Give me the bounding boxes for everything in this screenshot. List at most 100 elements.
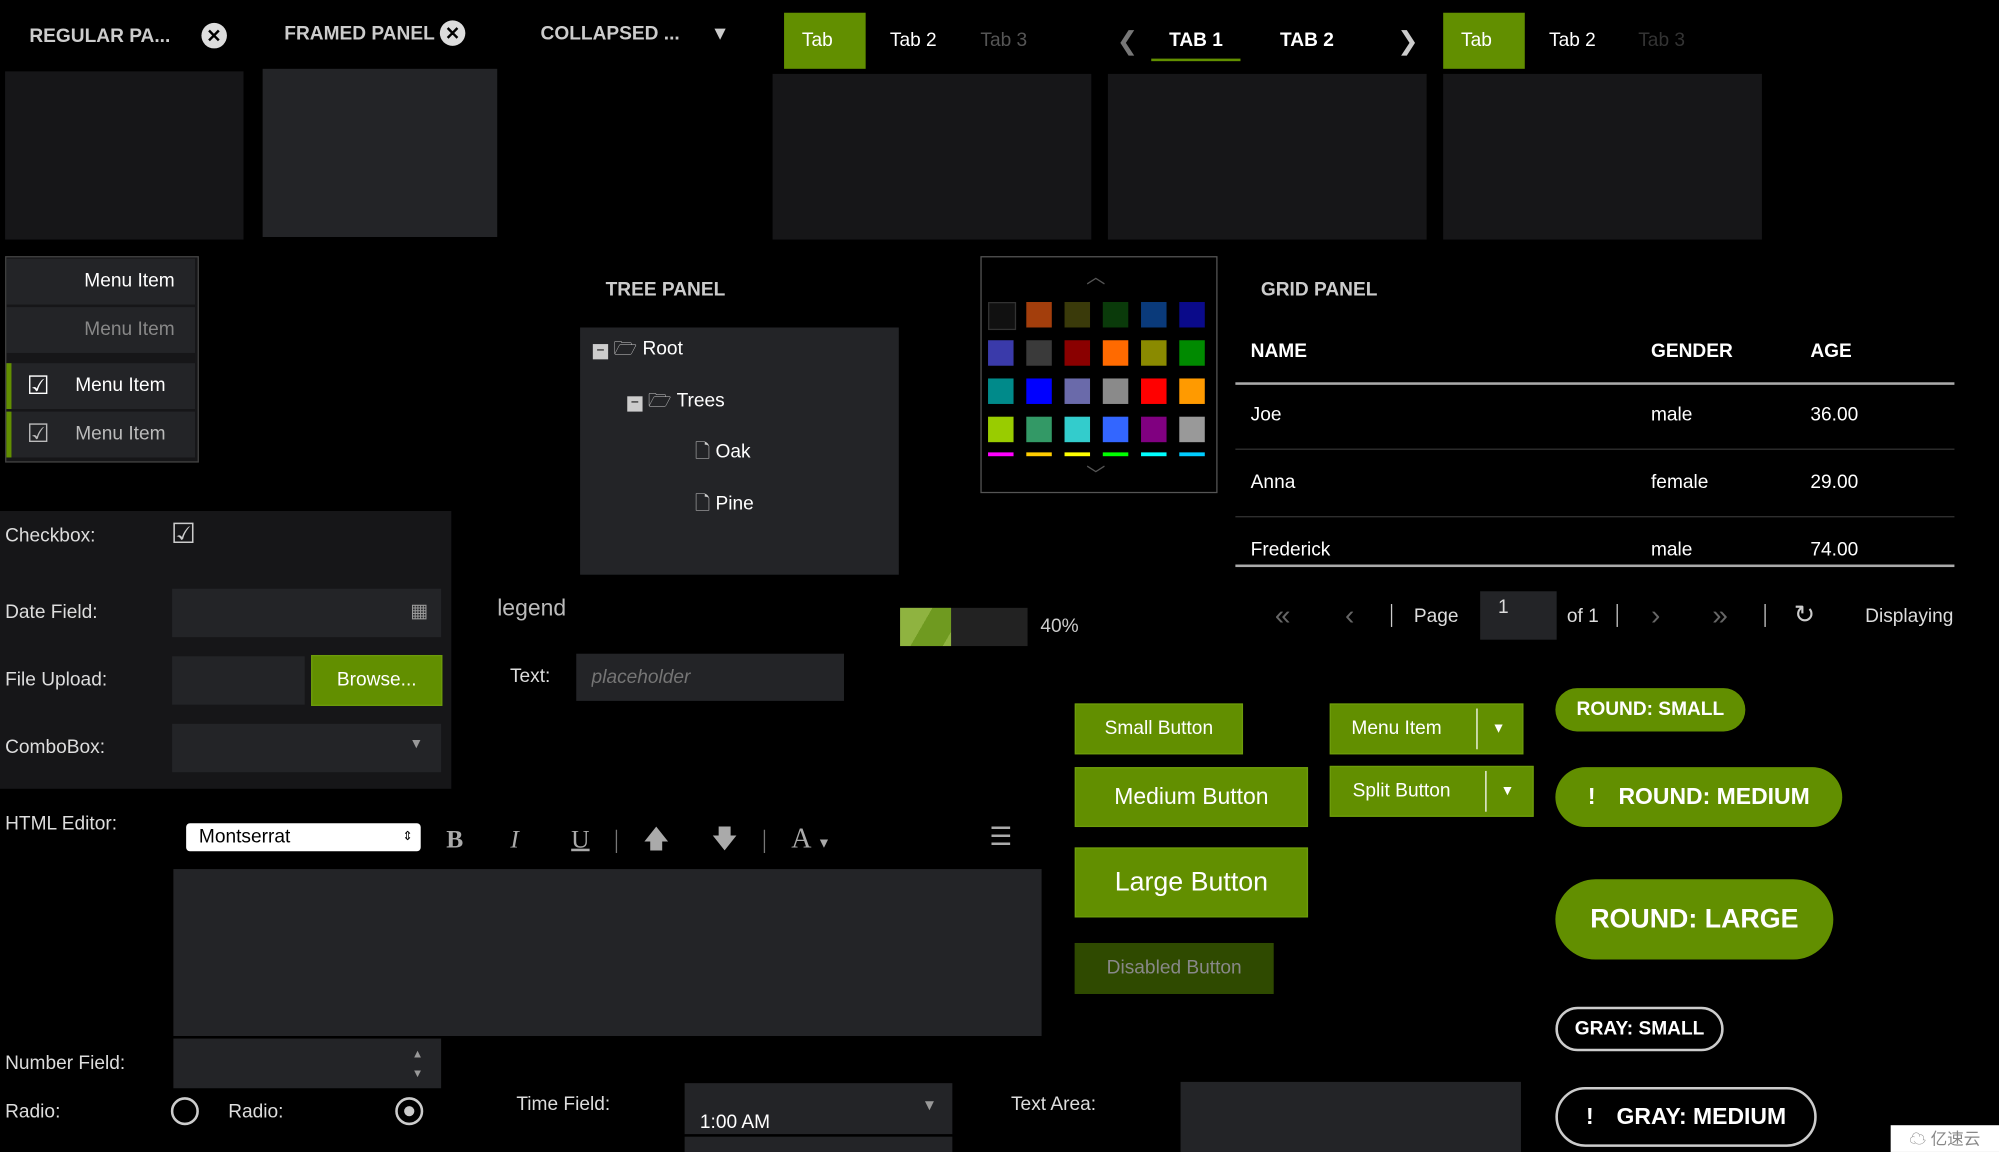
menu-item-checked[interactable]: ☑ Menu Item [6, 363, 196, 410]
menu-item[interactable]: Menu Item [6, 258, 196, 305]
color-swatch[interactable] [1102, 416, 1129, 443]
color-swatch[interactable] [1141, 340, 1167, 366]
color-swatch[interactable] [1179, 340, 1205, 366]
disabled-button[interactable]: Disabled Button [1074, 942, 1274, 994]
bold-icon[interactable]: B [446, 826, 463, 854]
color-swatch[interactable] [1179, 302, 1205, 328]
chevron-down-icon[interactable]: ▼ [711, 23, 730, 45]
tree-node-oak[interactable]: 🗋 Oak [695, 438, 751, 470]
table-row[interactable]: Anna female 29.00 [1235, 450, 1955, 518]
color-swatch[interactable] [1102, 378, 1129, 404]
column-age[interactable]: AGE [1810, 340, 1851, 362]
chevron-left-icon[interactable]: ❮ [1117, 25, 1138, 57]
column-gender[interactable]: GENDER [1651, 340, 1733, 362]
color-swatch[interactable] [988, 302, 1017, 331]
collapse-icon[interactable]: − [592, 343, 609, 360]
color-swatch[interactable] [1179, 452, 1205, 457]
color-swatch[interactable] [1026, 378, 1052, 404]
color-swatch[interactable] [988, 452, 1014, 457]
date-field[interactable]: ▦ [172, 588, 442, 638]
page-input[interactable]: 1 [1480, 591, 1557, 640]
color-swatch[interactable] [1026, 340, 1052, 366]
close-icon[interactable]: ✕ [439, 20, 466, 46]
italic-icon[interactable]: I [510, 826, 519, 854]
table-row[interactable]: Frederick male 74.00 [1235, 517, 1954, 583]
radio-button-selected[interactable] [395, 1097, 424, 1126]
chevron-right-icon[interactable]: ❯ [1397, 25, 1418, 57]
color-swatch[interactable] [1141, 302, 1167, 328]
color-swatch[interactable] [1026, 416, 1052, 443]
increase-font-icon[interactable]: 🡅 [643, 826, 669, 854]
color-swatch[interactable] [1141, 452, 1167, 457]
color-swatch[interactable] [1141, 416, 1167, 443]
font-color-icon[interactable]: A ▼ [791, 822, 831, 854]
chevron-down-icon[interactable]: ▼ [1501, 767, 1515, 815]
color-swatch[interactable] [1026, 302, 1052, 328]
tree-node-trees[interactable]: − 🗁 Trees [627, 387, 725, 419]
color-swatch[interactable] [1064, 340, 1091, 366]
color-swatch[interactable] [988, 416, 1014, 443]
menu-item-disabled[interactable]: Menu Item [6, 307, 196, 353]
combobox[interactable]: ▼ [172, 723, 442, 773]
gray-medium-button[interactable]: ! GRAY: MEDIUM [1555, 1086, 1817, 1147]
tab-3[interactable]: Tab 3 [1620, 13, 1702, 69]
next-page-icon[interactable]: › [1651, 599, 1660, 632]
checkbox[interactable]: ☑ [171, 517, 196, 550]
tree-node-root[interactable]: − 🗁 Root [592, 335, 683, 367]
collapse-icon[interactable]: − [627, 396, 643, 412]
large-button[interactable]: Large Button [1074, 847, 1309, 918]
table-row[interactable]: Joe male 36.00 [1235, 382, 1955, 450]
prev-page-icon[interactable]: ‹ [1345, 599, 1354, 632]
file-upload-field[interactable] [172, 656, 305, 705]
color-swatch[interactable] [1026, 452, 1052, 457]
color-swatch[interactable] [1064, 452, 1091, 457]
text-area[interactable] [1180, 1081, 1521, 1152]
first-page-icon[interactable]: « [1275, 599, 1291, 632]
color-swatch[interactable] [988, 378, 1014, 404]
round-small-button[interactable]: ROUND: SMALL [1555, 688, 1746, 732]
menu-item-button[interactable]: Menu Item ▼ [1329, 703, 1524, 755]
calendar-icon[interactable]: ▦ [410, 599, 428, 622]
number-field[interactable]: ▲ ▼ [173, 1038, 442, 1089]
color-swatch[interactable] [1102, 302, 1129, 328]
tab-2-upper[interactable]: TAB 2 [1262, 13, 1352, 69]
tab-1[interactable]: Tab 1 [784, 12, 866, 107]
color-swatch[interactable] [1179, 378, 1205, 404]
color-swatch[interactable] [1102, 340, 1129, 366]
chevron-down-icon[interactable]: ▼ [1492, 705, 1506, 753]
chevron-down-icon[interactable]: ﹀ [1086, 461, 1105, 488]
list-icon[interactable]: ☰ [989, 821, 1012, 853]
tab-2[interactable]: Tab 2 [872, 13, 954, 69]
chevron-up-icon[interactable]: ︿ [1086, 263, 1105, 290]
last-page-icon[interactable]: » [1712, 599, 1728, 632]
html-editor-area[interactable] [173, 869, 1042, 1037]
color-swatch[interactable] [1064, 416, 1091, 443]
split-button[interactable]: Split Button ▼ [1329, 765, 1534, 817]
tab-3[interactable]: Tab 3 [963, 13, 1045, 69]
column-name[interactable]: NAME [1251, 340, 1307, 362]
color-swatch[interactable] [1064, 302, 1091, 328]
collapsed-panel-title[interactable]: COLLAPSED ... ▼ [541, 23, 730, 45]
font-select[interactable]: Montserrat ⇕ [186, 823, 421, 852]
medium-button[interactable]: Medium Button [1074, 767, 1309, 828]
tree-node-pine[interactable]: 🗋 Pine [695, 491, 754, 523]
close-icon[interactable]: ✕ [201, 22, 227, 49]
gray-small-button[interactable]: GRAY: SMALL [1555, 1006, 1724, 1052]
chevron-down-icon[interactable]: ▼ [922, 1096, 937, 1114]
round-medium-button[interactable]: ! ROUND: MEDIUM [1555, 767, 1843, 828]
small-button[interactable]: Small Button [1074, 703, 1244, 755]
browse-button[interactable]: Browse... [311, 654, 443, 706]
time-field[interactable]: 1:00 AM ▼ [684, 1083, 953, 1135]
tab-1[interactable]: Tab 1 [1443, 12, 1525, 107]
color-swatch[interactable] [1064, 378, 1091, 404]
spinner-icon[interactable]: ▲ ▼ [412, 1045, 423, 1083]
round-large-button[interactable]: ROUND: LARGE [1555, 879, 1834, 960]
tab-2[interactable]: Tab 2 [1531, 13, 1613, 69]
text-input[interactable] [576, 653, 844, 701]
color-swatch[interactable] [1141, 378, 1167, 404]
radio-button[interactable] [170, 1097, 199, 1126]
color-swatch[interactable] [1179, 416, 1205, 443]
color-swatch[interactable] [1102, 452, 1129, 457]
decrease-font-icon[interactable]: 🡇 [711, 826, 737, 854]
chevron-down-icon[interactable]: ▼ [409, 737, 423, 752]
